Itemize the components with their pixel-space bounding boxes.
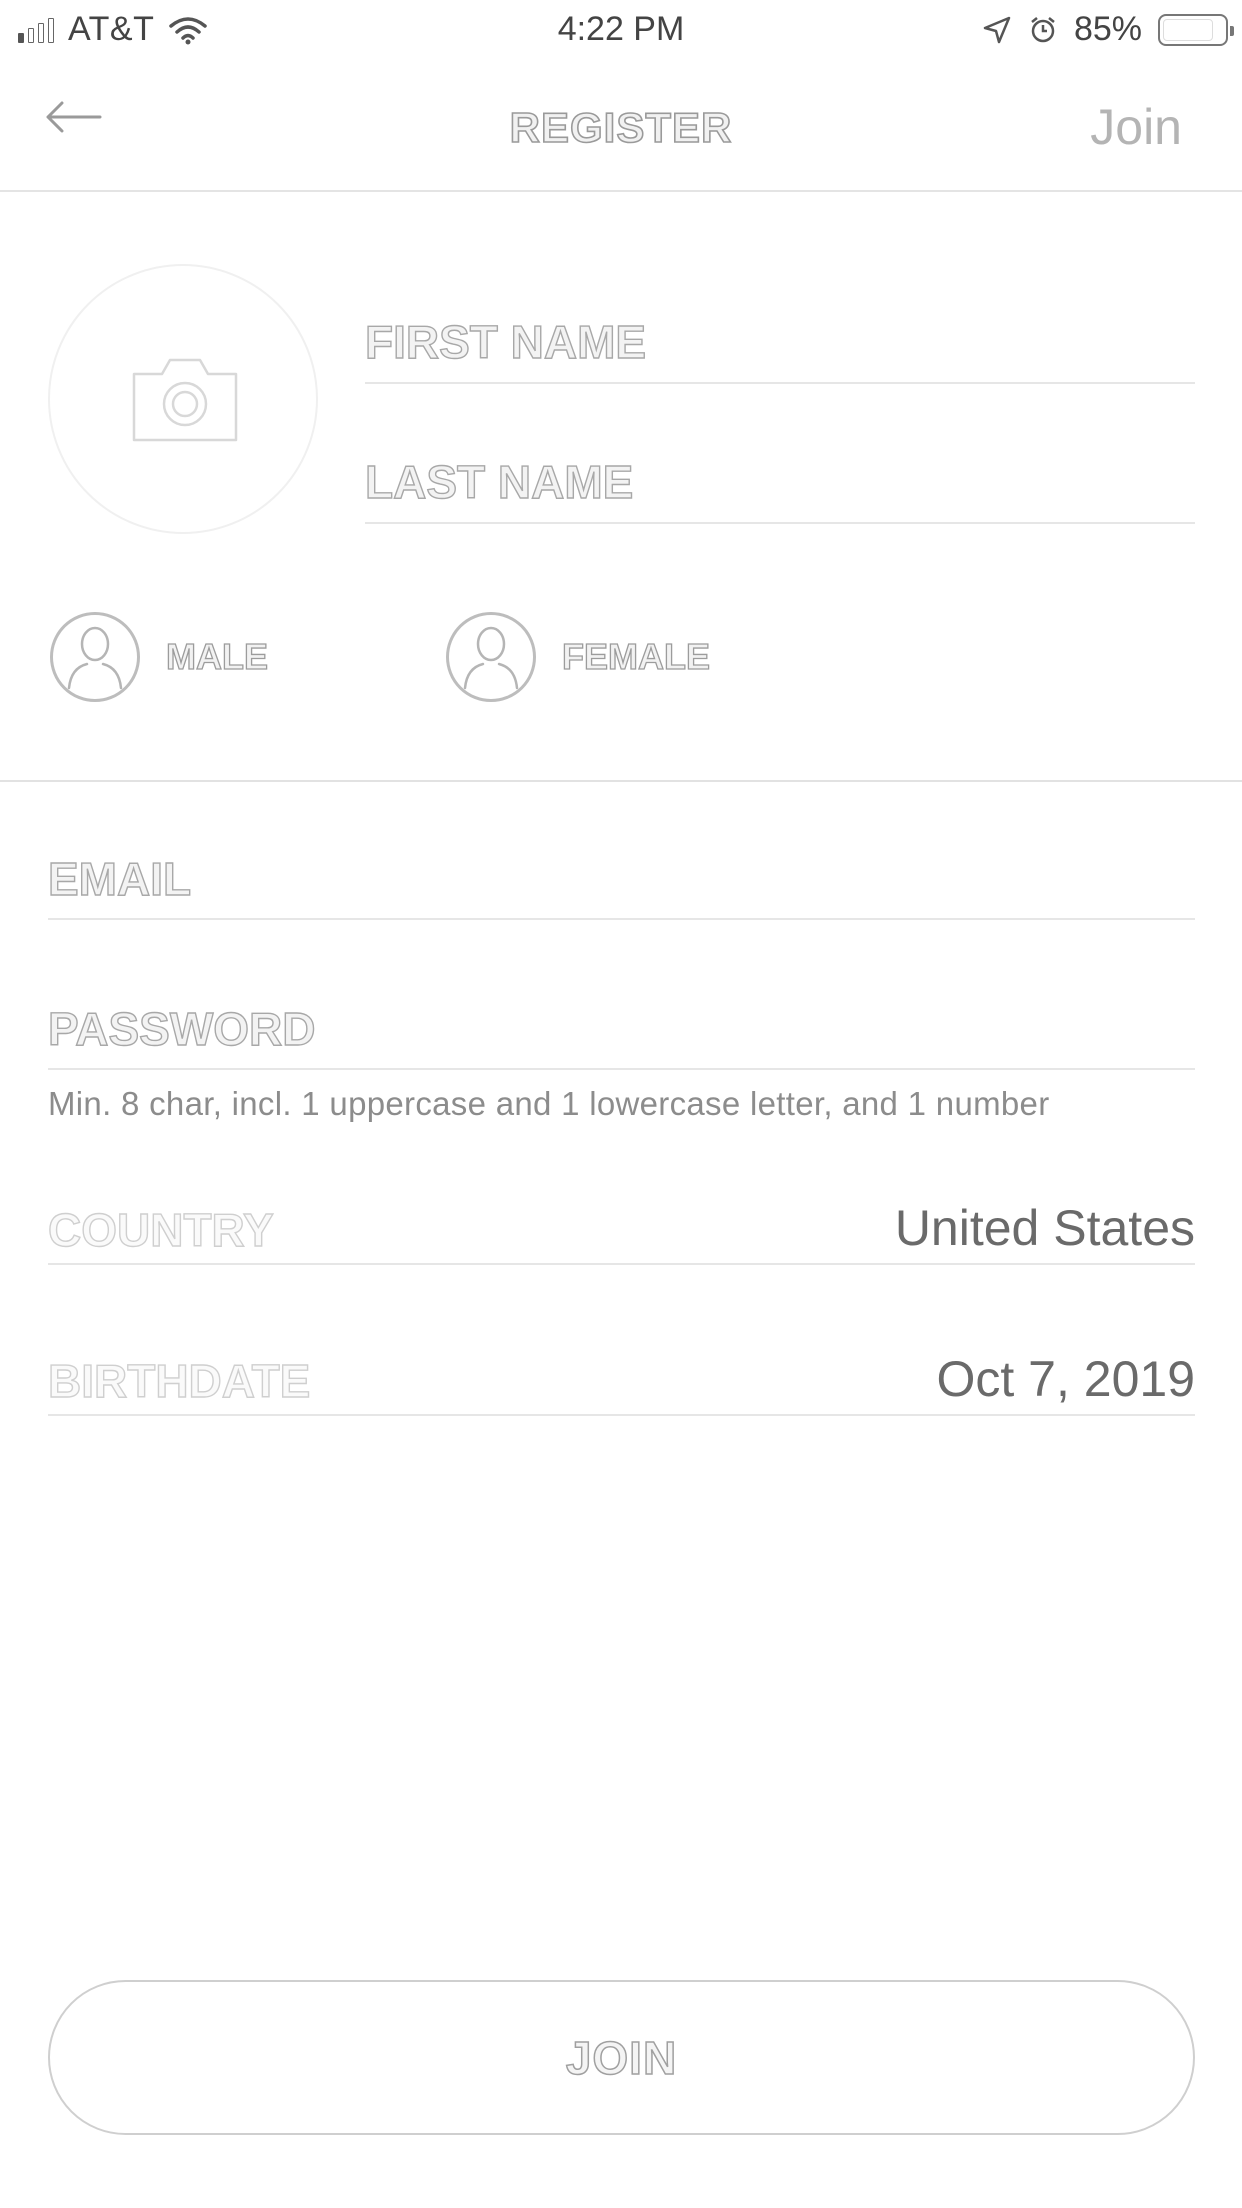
- male-label: MALE: [165, 635, 268, 677]
- location-arrow-icon: [983, 16, 1011, 43]
- female-label: FEMALE: [561, 635, 710, 677]
- join-nav-button[interactable]: Join: [1090, 98, 1182, 156]
- page-title: REGISTER: [509, 103, 733, 152]
- battery-icon: [1158, 13, 1234, 46]
- password-input[interactable]: [48, 990, 1195, 1068]
- first-name-field[interactable]: [365, 302, 1195, 384]
- navigation-bar: REGISTER Join: [0, 62, 1242, 192]
- country-label: COUNTRY: [47, 1203, 274, 1256]
- country-selector[interactable]: COUNTRY United States: [47, 1185, 1195, 1265]
- password-field[interactable]: [48, 990, 1195, 1070]
- gender-option-male[interactable]: MALE: [50, 612, 269, 702]
- country-value[interactable]: United States: [895, 1199, 1195, 1257]
- person-icon: [50, 612, 140, 702]
- battery-percentage: 85%: [1073, 10, 1142, 48]
- profile-photo-picker[interactable]: [48, 264, 318, 534]
- birthdate-label: BIRTHDATE: [47, 1354, 311, 1407]
- join-button-label: JOIN: [565, 2031, 678, 2085]
- password-hint: Min. 8 char, incl. 1 uppercase and 1 low…: [48, 1085, 1050, 1122]
- email-field[interactable]: [48, 840, 1195, 920]
- status-right: 85%: [982, 10, 1234, 49]
- join-button[interactable]: JOIN: [48, 1980, 1195, 2135]
- last-name-field[interactable]: [365, 442, 1195, 524]
- gender-option-female[interactable]: FEMALE: [446, 612, 711, 702]
- first-name-input[interactable]: [365, 302, 1195, 382]
- camera-icon: [132, 358, 238, 442]
- birthdate-value[interactable]: Oct 7, 2019: [937, 1350, 1196, 1408]
- alarm-icon: [1031, 16, 1055, 42]
- status-bar: AT&T 4:22 PM 85%: [0, 0, 1242, 62]
- birthdate-selector[interactable]: BIRTHDATE Oct 7, 2019: [47, 1336, 1196, 1416]
- person-icon: [446, 612, 536, 702]
- profile-section: MALE FEMALE: [0, 192, 1242, 782]
- register-screen: AT&T 4:22 PM 85% REGISTER Join FIRST NAM…: [0, 0, 1242, 2208]
- email-input[interactable]: [48, 840, 1195, 918]
- last-name-input[interactable]: [365, 442, 1195, 522]
